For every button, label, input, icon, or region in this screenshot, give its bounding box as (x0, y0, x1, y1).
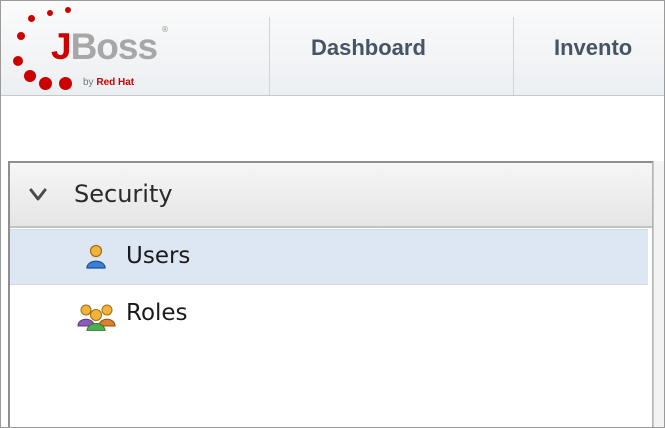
logo-dot (47, 10, 53, 16)
logo-byline: by Red Hat (83, 77, 134, 88)
app-window: JBoss ® by Red Hat Dashboard Invento Sec… (0, 0, 665, 428)
logo-dot (59, 77, 72, 90)
logo-dot (65, 7, 71, 13)
logo-dot (17, 32, 25, 40)
security-section-header[interactable]: Security (10, 163, 652, 228)
nav-inventory[interactable]: Invento (554, 35, 632, 61)
vertical-scrollbar[interactable] (653, 161, 664, 427)
user-icon (86, 244, 106, 269)
logo-wordmark: JBoss (51, 26, 158, 67)
logo-by: by (83, 77, 94, 88)
logo-boss: Boss (70, 26, 158, 67)
logo-dot (28, 15, 35, 22)
jboss-logo[interactable]: JBoss ® by Red Hat (1, 1, 269, 95)
tree-item-roles[interactable]: Roles (10, 287, 648, 341)
logo-dot (13, 56, 23, 66)
logo-dot (39, 77, 52, 90)
section-title: Security (74, 180, 173, 208)
tree-item-label: Users (126, 243, 191, 269)
group-icon (77, 304, 116, 331)
top-header: JBoss ® by Red Hat Dashboard Invento (1, 1, 664, 96)
tree-item-users[interactable]: Users (10, 229, 648, 285)
nav-divider (269, 17, 270, 95)
logo-redhat: Red Hat (96, 77, 135, 88)
logo-registered-mark: ® (161, 25, 169, 34)
chevron-down-icon[interactable] (28, 185, 48, 205)
logo-j: J (51, 26, 72, 67)
logo-dot (24, 70, 36, 82)
tree-item-label: Roles (126, 300, 188, 326)
security-tree-panel: Security Users Roles (8, 161, 654, 427)
nav-dashboard[interactable]: Dashboard (311, 35, 426, 61)
nav-divider (513, 17, 514, 95)
